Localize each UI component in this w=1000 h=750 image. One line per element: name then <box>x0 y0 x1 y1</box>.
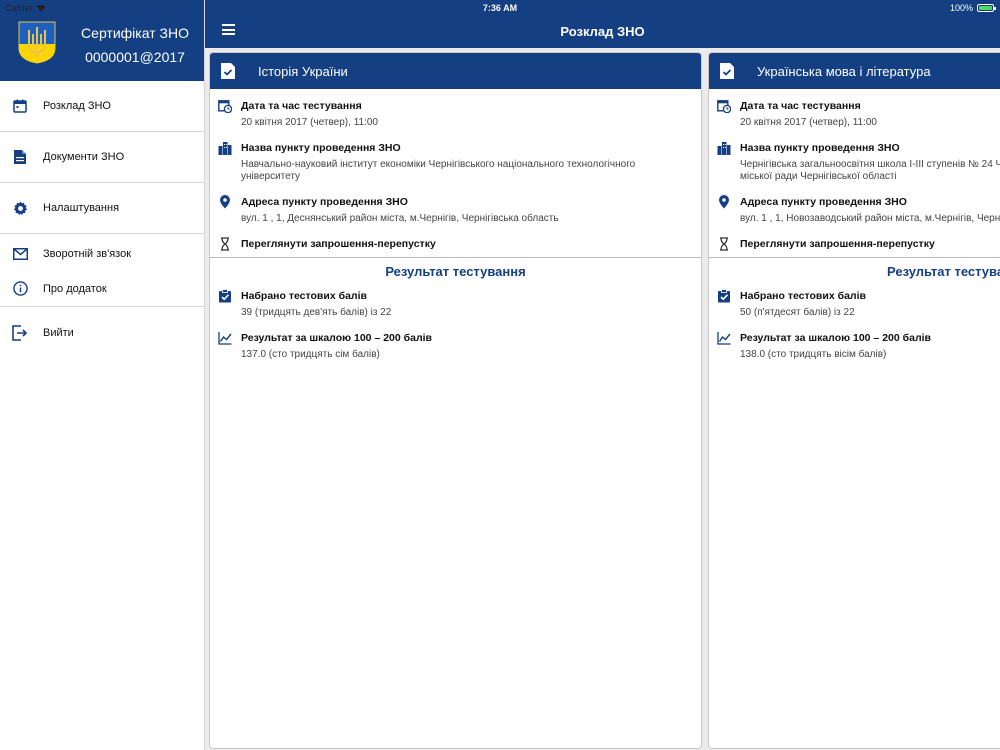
schedule-content: Історія України Дата та час тестування 2… <box>205 48 1000 750</box>
address-label: Адреса пункту проведення ЗНО <box>740 196 907 208</box>
score-value: 50 (п'ятдесят балів) із 22 <box>740 307 855 318</box>
hourglass-icon <box>221 237 229 251</box>
calendar-clock-icon <box>218 100 232 113</box>
building-icon <box>717 142 731 155</box>
exam-card-header[interactable]: Історія України <box>210 53 701 89</box>
scale-value: 138.0 (сто тридцять вісім балів) <box>740 349 887 360</box>
exam-card-body: Дата та час тестування 20 квітня 2017 (ч… <box>709 89 1000 251</box>
hourglass-icon <box>720 237 728 251</box>
gear-icon <box>12 200 28 216</box>
result-title: Результат тестування <box>887 264 1000 279</box>
place-label: Назва пункту проведення ЗНО <box>241 142 401 154</box>
exam-card-body: Дата та час тестування 20 квітня 2017 (ч… <box>210 89 701 251</box>
sidebar-item-label: Зворотній зв'язок <box>43 247 132 260</box>
sidebar-item-label: Документи ЗНО <box>43 151 125 163</box>
score-value: 39 (тридцять дев'ять балів) із 22 <box>241 307 392 318</box>
sidebar-item-logout[interactable]: Вийти <box>0 307 204 358</box>
sidebar-item-about[interactable]: Про додаток <box>0 271 204 307</box>
building-icon <box>218 142 232 155</box>
address-label: Адреса пункту проведення ЗНО <box>241 196 408 208</box>
sidebar-item-feedback[interactable]: Зворотній зв'язок <box>0 234 204 271</box>
sidebar-item-settings[interactable]: Налаштування <box>0 183 204 234</box>
location-pin-icon <box>719 195 729 209</box>
certificate-id: 0000001@2017 <box>85 49 185 65</box>
status-time: 7:36 AM <box>482 3 518 13</box>
page-title: Розклад ЗНО <box>560 24 645 39</box>
clipboard-check-icon <box>219 289 231 303</box>
place-row: Назва пункту проведення ЗНО <box>218 139 701 155</box>
address-value: вул. 1 , 1, Новозаводський район міста, … <box>740 213 1000 224</box>
exam-card-header[interactable]: Українська мова і література <box>709 53 1000 89</box>
coat-of-arms-logo <box>18 21 56 64</box>
app-title: Сертифікат ЗНО <box>81 25 189 41</box>
logout-icon <box>12 324 28 341</box>
address-row: Адреса пункту проведення ЗНО <box>717 193 1000 209</box>
scale-row: Результат за шкалою 100 – 200 балів <box>218 329 701 345</box>
exam-card: Історія України Дата та час тестування 2… <box>209 52 702 749</box>
place-value: Чернігівська загальноосвітня школа І-ІІІ… <box>740 159 1000 182</box>
result-title: Результат тестування <box>385 264 526 279</box>
clipboard-check-icon <box>718 289 730 303</box>
pass-row[interactable]: Переглянути запрошення-перепустку <box>717 235 1000 251</box>
place-row: Назва пункту проведення ЗНО <box>717 139 1000 155</box>
sidebar-item-label: Розклад ЗНО <box>43 100 111 112</box>
result-body: Набрано тестових балів 39 (тридцять дев'… <box>210 287 701 361</box>
scale-row: Результат за шкалою 100 – 200 балів <box>717 329 1000 345</box>
score-label: Набрано тестових балів <box>241 290 367 302</box>
line-chart-icon <box>717 332 731 345</box>
place-label: Назва пункту проведення ЗНО <box>740 142 900 154</box>
result-body: Набрано тестових балів 50 (п'ятдесят бал… <box>709 287 1000 361</box>
exam-subject: Українська мова і література <box>757 63 931 79</box>
scale-label: Результат за шкалою 100 – 200 балів <box>740 332 931 344</box>
mail-icon <box>12 246 28 262</box>
pass-link: Переглянути запрошення-перепустку <box>740 238 935 250</box>
exam-subject: Історія України <box>258 63 348 79</box>
sidebar: Сертифікат ЗНО 0000001@2017 Розклад ЗНО … <box>0 0 205 750</box>
address-row: Адреса пункту проведення ЗНО <box>218 193 701 209</box>
status-bar: Carrier 7:36 AM 100% <box>0 0 1000 16</box>
date-value: 20 квітня 2017 (четвер), 11:00 <box>241 117 378 128</box>
line-chart-icon <box>218 332 232 345</box>
battery-percent: 100% <box>949 3 973 13</box>
date-row: Дата та час тестування <box>717 97 1000 113</box>
document-icon <box>12 149 28 165</box>
date-label: Дата та час тестування <box>740 100 861 112</box>
scale-value: 137.0 (сто тридцять сім балів) <box>241 349 380 360</box>
sidebar-item-label: Про додаток <box>43 282 107 295</box>
score-row: Набрано тестових балів <box>717 287 1000 303</box>
date-row: Дата та час тестування <box>218 97 701 113</box>
scale-label: Результат за шкалою 100 – 200 балів <box>241 332 432 344</box>
document-check-icon <box>221 63 235 79</box>
calendar-clock-icon <box>717 100 731 113</box>
battery-icon <box>977 4 996 12</box>
pass-link: Переглянути запрошення-перепустку <box>241 238 436 250</box>
score-row: Набрано тестових балів <box>218 287 701 303</box>
status-battery: 100% <box>949 3 996 13</box>
document-check-icon <box>720 63 734 79</box>
score-label: Набрано тестових балів <box>740 290 866 302</box>
info-icon <box>12 281 28 297</box>
sidebar-item-documents[interactable]: Документи ЗНО <box>0 132 204 183</box>
address-value: вул. 1 , 1, Деснянський район міста, м.Ч… <box>241 213 559 224</box>
sidebar-item-label: Вийти <box>43 326 74 339</box>
date-value: 20 квітня 2017 (четвер), 11:00 <box>740 117 877 128</box>
location-pin-icon <box>220 195 230 209</box>
sidebar-item-label: Налаштування <box>43 202 120 214</box>
calendar-icon <box>12 98 28 114</box>
pass-row[interactable]: Переглянути запрошення-перепустку <box>218 235 701 251</box>
date-label: Дата та час тестування <box>241 100 362 112</box>
sidebar-menu: Розклад ЗНО Документи ЗНО Налаштування З… <box>0 81 204 358</box>
place-value: Навчально-науковий інститут економіки Че… <box>241 159 636 182</box>
sidebar-item-schedule[interactable]: Розклад ЗНО <box>0 81 204 132</box>
exam-card: Українська мова і література Дата та час… <box>708 52 1000 749</box>
